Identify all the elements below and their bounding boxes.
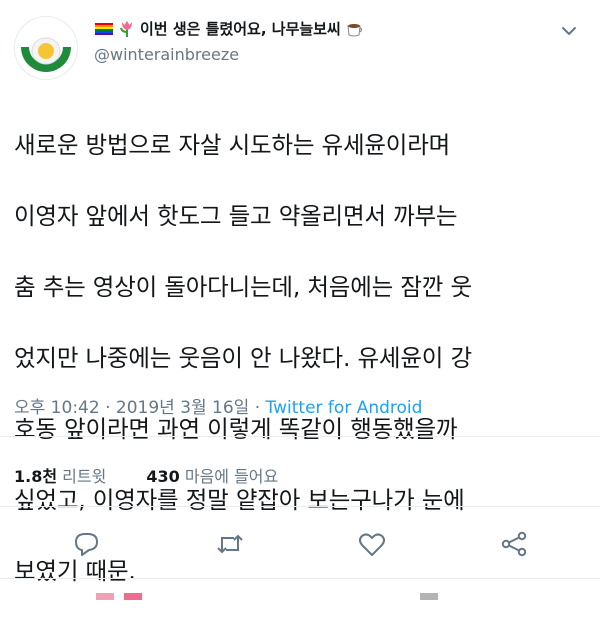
retweet-stat[interactable]: 1.8천 리트윗 — [14, 467, 106, 486]
retweet-count: 1.8천 — [14, 467, 58, 486]
share-icon[interactable] — [498, 528, 530, 560]
like-label: 마음에 들어요 — [184, 467, 279, 486]
engagement-stats: 1.8천 리트윗 430 마음에 들어요 — [14, 463, 278, 487]
next-tweet-peek — [0, 586, 600, 600]
chevron-down-icon[interactable] — [558, 20, 580, 42]
tweet-header: 이번 생은 틀렸어요, 나무늘보씨 @winterainbreeze — [14, 12, 586, 80]
avatar[interactable] — [14, 16, 78, 80]
reply-icon[interactable] — [70, 528, 102, 560]
retweet-icon[interactable] — [214, 528, 246, 560]
like-count: 430 — [146, 467, 180, 486]
timestamp: 오후 10:42 · 2019년 3월 16일 · — [14, 398, 266, 418]
divider — [0, 436, 600, 437]
like-icon[interactable] — [356, 528, 388, 560]
tulip-icon — [117, 19, 137, 39]
coffee-icon — [344, 19, 364, 39]
handle[interactable]: @winterainbreeze — [94, 45, 364, 64]
divider — [0, 506, 600, 507]
tweet-meta: 오후 10:42 · 2019년 3월 16일 · Twitter for An… — [14, 393, 422, 418]
source-link[interactable]: Twitter for Android — [266, 398, 423, 418]
tweet-text-line: 춤 추는 영상이 돌아다니는데, 처음에는 잠깐 웃 — [14, 272, 472, 301]
retweet-label: 리트윗 — [62, 467, 107, 486]
tweet-text-line: 었지만 나중에는 웃음이 안 나왔다. 유세윤이 강 — [14, 343, 472, 372]
tweet-text-line: 새로운 방법으로 자살 시도하는 유세윤이라며 — [14, 130, 451, 159]
tweet-text-line: 이영자 앞에서 핫도그 들고 약올리면서 까부는 — [14, 201, 458, 230]
rainbow-flag-icon — [94, 19, 114, 39]
display-name-row[interactable]: 이번 생은 틀렸어요, 나무늘보씨 — [94, 18, 364, 39]
like-stat[interactable]: 430 마음에 들어요 — [146, 467, 278, 486]
tweet-text-line: 싶었고, 이영자를 정말 얕잡아 보는구나가 눈에 — [14, 485, 465, 514]
action-bar — [0, 528, 600, 562]
divider — [0, 578, 600, 579]
display-name: 이번 생은 틀렸어요, 나무늘보씨 — [140, 20, 341, 38]
